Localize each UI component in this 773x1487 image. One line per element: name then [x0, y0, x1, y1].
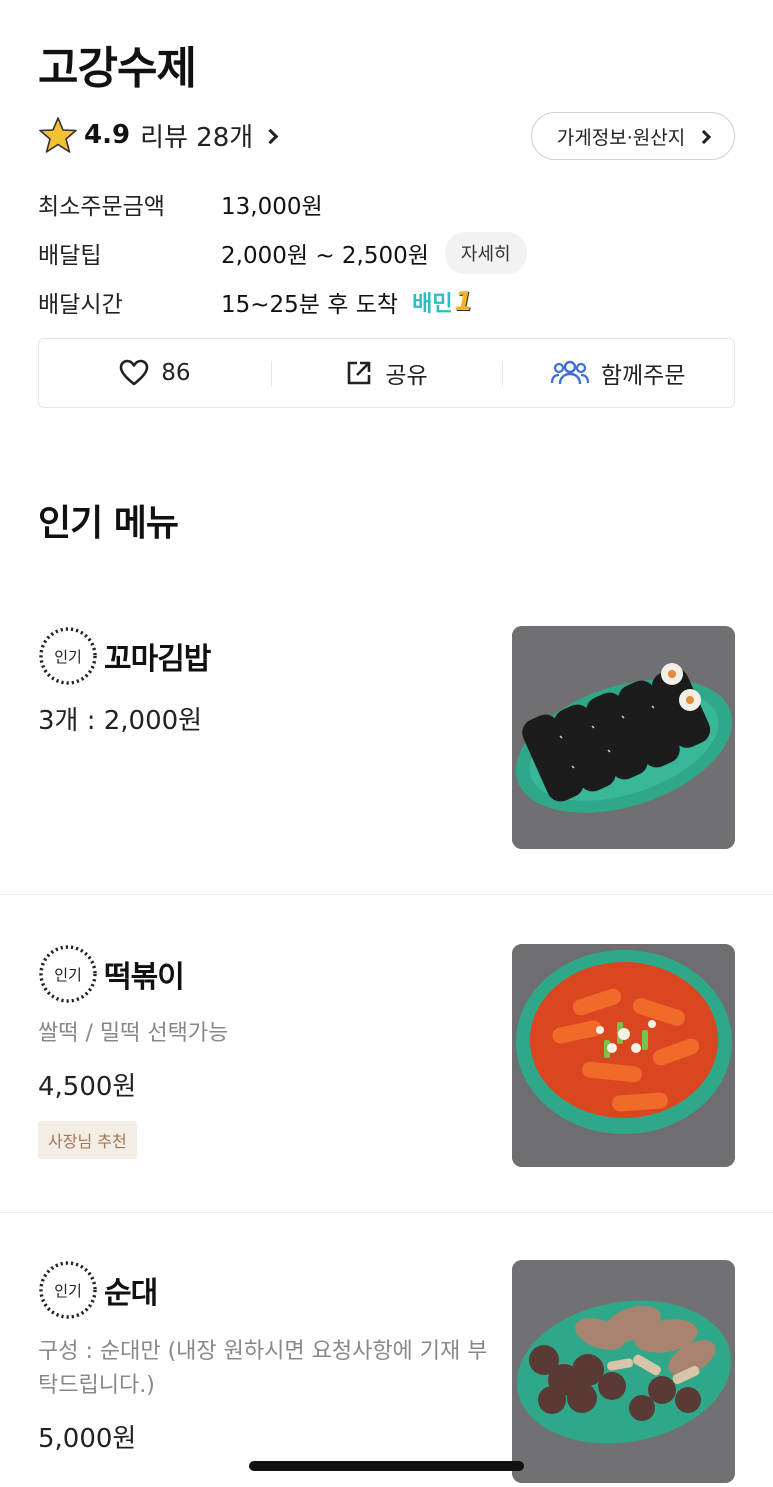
menu-price: 5,000원	[38, 1424, 137, 1454]
popular-badge-icon: 인기	[39, 945, 97, 1003]
share-button[interactable]: 공유	[270, 339, 503, 407]
share-label: 공유	[385, 363, 428, 389]
menu-name: 순대	[104, 1276, 158, 1311]
like-count: 86	[161, 360, 191, 386]
menu-description: 구성 : 순대만 (내장 원하시면 요청사항에 기재 부탁드립니다.)	[38, 1339, 488, 1398]
like-button[interactable]: 86	[39, 339, 271, 407]
store-title: 고강수제	[38, 43, 197, 94]
review-link[interactable]: 리뷰 28개	[140, 117, 279, 154]
delivery-tip-value: 2,000원 ~ 2,500원	[221, 243, 429, 269]
delivery-tip-detail-button[interactable]: 자세히	[444, 232, 527, 274]
group-order-label: 함께주문	[600, 363, 686, 389]
menu-divider	[0, 1212, 773, 1213]
popular-badge-icon: 인기	[39, 1261, 97, 1319]
sundae-plate-image	[512, 1260, 735, 1483]
min-order-label: 최소주문금액	[38, 194, 165, 220]
chevron-right-icon	[262, 128, 279, 144]
owner-recommend-tag: 사장님 추천	[38, 1121, 137, 1159]
baemin-badge-text: 배민	[412, 292, 453, 317]
menu-name: 떡볶이	[104, 960, 185, 995]
share-icon	[348, 361, 371, 385]
chevron-right-icon	[697, 129, 712, 145]
menu-item-kimbap[interactable]: 인기 꼬마김밥 3개 : 2,000원	[0, 600, 773, 894]
rating-score: 4.9	[84, 120, 131, 150]
review-link-label: 리뷰 28개	[140, 122, 254, 153]
baemin-one-badge: 배민 1	[412, 286, 473, 318]
min-order-row: 최소주문금액 13,000원	[38, 184, 323, 224]
heart-icon	[119, 359, 149, 386]
menu-photo-sundae	[512, 1260, 735, 1483]
group-icon	[550, 360, 589, 385]
delivery-tip-row: 배달팁 2,000원 ~ 2,500원 자세히	[38, 232, 527, 274]
popular-badge-label: 인기	[54, 1282, 82, 1300]
menu-photo-tteokbokki	[512, 944, 735, 1167]
min-order-value: 13,000원	[221, 194, 323, 220]
popular-badge-label: 인기	[54, 966, 82, 984]
kimbap-plate-image	[512, 626, 735, 849]
home-indicator[interactable]	[249, 1461, 524, 1471]
menu-photo-kimbap	[512, 626, 735, 849]
menu-item-tteokbokki[interactable]: 인기 떡볶이 쌀떡 / 밀떡 선택가능 4,500원 사장님 추천	[0, 918, 773, 1212]
rating-row: 4.9 리뷰 28개	[38, 112, 279, 158]
delivery-time-row: 배달시간 15~25분 후 도착 배민 1	[38, 282, 473, 322]
popular-badge-label: 인기	[54, 648, 82, 666]
menu-price: 4,500원	[38, 1072, 137, 1102]
action-bar: 86 공유 함께주문	[38, 338, 735, 408]
star-icon	[39, 117, 77, 153]
baemin-badge-number: 1	[454, 287, 473, 317]
delivery-tip-label: 배달팁	[38, 243, 102, 269]
popular-badge-icon: 인기	[39, 627, 97, 685]
store-info-button[interactable]: 가게정보·원산지	[531, 112, 735, 160]
store-info-button-label: 가게정보·원산지	[556, 126, 686, 149]
group-order-button[interactable]: 함께주문	[502, 339, 734, 407]
tteokbokki-bowl-image	[512, 944, 735, 1167]
delivery-time-value: 15~25분 후 도착	[221, 292, 399, 318]
menu-divider	[0, 894, 773, 895]
menu-description: 쌀떡 / 밀떡 선택가능	[38, 1021, 229, 1046]
delivery-time-label: 배달시간	[38, 292, 123, 318]
menu-item-sundae[interactable]: 인기 순대 구성 : 순대만 (내장 원하시면 요청사항에 기재 부탁드립니다.…	[0, 1234, 773, 1487]
popular-menu-heading: 인기 메뉴	[38, 503, 179, 544]
menu-name: 꼬마김밥	[104, 642, 211, 677]
menu-price: 3개 : 2,000원	[38, 706, 203, 736]
